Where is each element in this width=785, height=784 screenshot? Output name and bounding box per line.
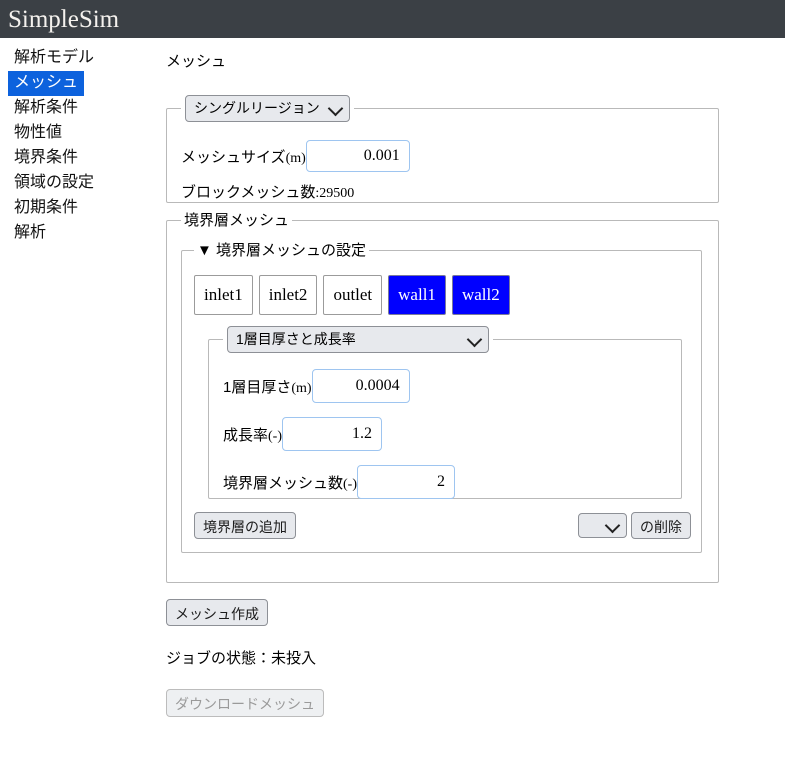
sidebar-item-analysis-conditions[interactable]: 解析条件 xyxy=(8,96,84,121)
boundary-layer-delete-controls: の削除 xyxy=(578,512,691,539)
sidebar-item-mesh[interactable]: メッシュ xyxy=(8,71,85,96)
create-mesh-button[interactable]: メッシュ作成 xyxy=(166,599,268,626)
delete-select-wrap xyxy=(578,513,627,538)
boundary-layer-mesh-legend: 境界層メッシュ xyxy=(184,212,290,229)
app-title: SimpleSim xyxy=(8,5,120,33)
download-mesh-button[interactable]: ダウンロードメッシュ xyxy=(166,689,324,717)
patch-button-inlet1[interactable]: inlet1 xyxy=(194,275,253,315)
boundary-layer-count-label-text: 境界層メッシュ数 xyxy=(223,474,344,492)
boundary-layer-settings-group: ▼ 境界層メッシュの設定 inlet1 inlet2 outlet wall1 … xyxy=(181,243,702,553)
boundary-layer-count-label: 境界層メッシュ数(-) xyxy=(223,472,357,493)
boundary-layer-settings-legend[interactable]: ▼ 境界層メッシュの設定 xyxy=(194,243,369,258)
mesh-size-label-text: メッシュサイズ xyxy=(181,148,286,166)
patch-button-wall2[interactable]: wall2 xyxy=(451,275,510,315)
mesh-size-row: メッシュサイズ(m) xyxy=(181,140,718,172)
page-title: メッシュ xyxy=(166,53,227,70)
add-boundary-layer-button[interactable]: 境界層の追加 xyxy=(194,512,296,539)
sidebar-item-analysis-model[interactable]: 解析モデル xyxy=(8,46,100,71)
growth-rate-label-text: 成長率 xyxy=(223,426,269,444)
boundary-layer-mesh-group: 境界層メッシュ ▼ 境界層メッシュの設定 inlet1 inlet2 outle… xyxy=(166,213,719,583)
growth-rate-input[interactable] xyxy=(282,417,383,451)
block-mesh-count-label: ブロックメッシュ数 xyxy=(181,184,316,201)
app-header: SimpleSim xyxy=(0,0,785,38)
mesh-size-label: メッシュサイズ(m) xyxy=(181,146,306,167)
delete-boundary-layer-button[interactable]: の削除 xyxy=(631,512,691,539)
region-select-wrap: シングルリージョン xyxy=(185,95,350,122)
sidebar-item-analysis[interactable]: 解析 xyxy=(8,221,52,246)
first-layer-thickness-label-text: 1層目厚さ xyxy=(223,378,292,396)
bl-type-select-wrap: 1層目厚さと成長率 xyxy=(227,326,489,353)
sidebar-item-initial-conditions[interactable]: 初期条件 xyxy=(8,196,84,221)
mesh-size-unit: (m) xyxy=(285,150,306,166)
region-select[interactable]: シングルリージョン xyxy=(185,95,350,122)
growth-rate-label: 成長率(-) xyxy=(223,424,282,445)
sidebar-item-material-properties[interactable]: 物性値 xyxy=(8,121,68,146)
region-settings-group: シングルリージョン メッシュサイズ(m) ブロックメッシュ数:29500 xyxy=(166,95,719,203)
boundary-layer-type-select[interactable]: 1層目厚さと成長率 xyxy=(227,326,489,353)
growth-rate-unit: (-) xyxy=(268,428,283,444)
boundary-layer-count-row: 境界層メッシュ数(-) xyxy=(223,465,681,499)
patch-button-row: inlet1 inlet2 outlet wall1 wall2 xyxy=(194,275,701,315)
boundary-layer-type-legend: 1層目厚さと成長率 xyxy=(223,326,493,353)
block-mesh-count-value: 29500 xyxy=(319,186,355,201)
first-layer-thickness-label: 1層目厚さ(m) xyxy=(223,376,312,397)
growth-rate-row: 成長率(-) xyxy=(223,417,681,451)
first-layer-thickness-row: 1層目厚さ(m) xyxy=(223,369,681,403)
block-mesh-count: ブロックメッシュ数:29500 xyxy=(181,181,718,202)
app-body: 解析モデル メッシュ 解析条件 物性値 境界条件 領域の設定 初期条件 解析 メ… xyxy=(0,38,785,784)
sidebar: 解析モデル メッシュ 解析条件 物性値 境界条件 領域の設定 初期条件 解析 xyxy=(0,38,160,246)
boundary-layer-actions-row: 境界層の追加 の削除 xyxy=(194,512,691,539)
patch-button-outlet[interactable]: outlet xyxy=(323,275,383,315)
first-layer-thickness-unit: (m) xyxy=(291,380,312,396)
boundary-layer-parameters-group: 1層目厚さと成長率 1層目厚さ(m) 成長率(-) xyxy=(208,326,682,499)
delete-target-select[interactable] xyxy=(578,513,627,538)
job-status-text: ジョブの状態：未投入 xyxy=(166,650,317,667)
boundary-layer-count-input[interactable] xyxy=(357,465,456,499)
region-select-legend: シングルリージョン xyxy=(181,95,354,122)
main-content: メッシュ シングルリージョン メッシュサイズ(m) ブロックメッシュ数:2950… xyxy=(160,38,785,717)
patch-button-inlet2[interactable]: inlet2 xyxy=(258,275,318,315)
mesh-size-input[interactable] xyxy=(305,140,410,172)
boundary-layer-count-unit: (-) xyxy=(343,476,358,492)
sidebar-item-region-settings[interactable]: 領域の設定 xyxy=(8,171,100,196)
patch-button-wall1[interactable]: wall1 xyxy=(388,275,446,315)
sidebar-item-boundary-conditions[interactable]: 境界条件 xyxy=(8,146,84,171)
first-layer-thickness-input[interactable] xyxy=(311,369,410,403)
